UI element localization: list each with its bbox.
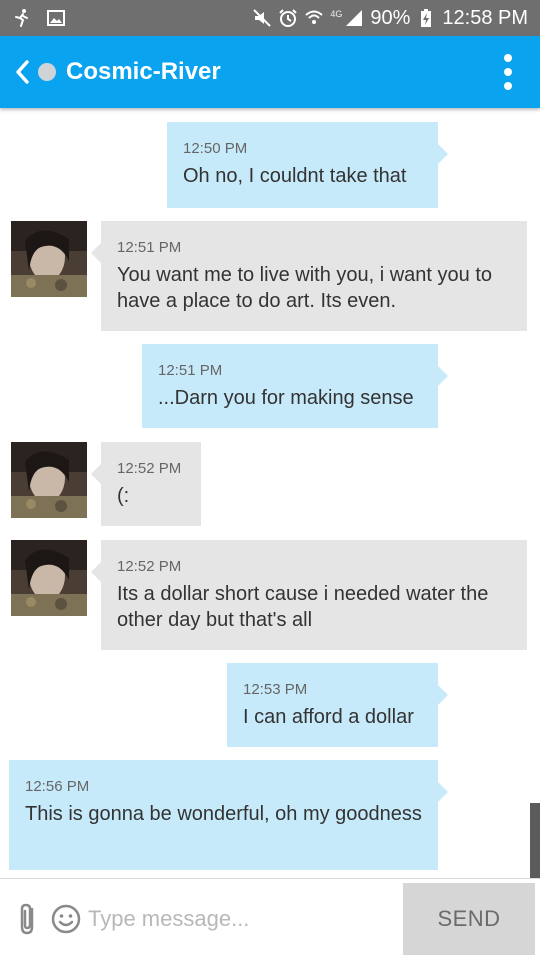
chevron-left-icon bbox=[16, 60, 29, 84]
message-input[interactable] bbox=[88, 899, 388, 939]
message-bubble-incoming[interactable]: 12:52 PM Its a dollar short cause i need… bbox=[91, 540, 527, 650]
image-icon bbox=[47, 10, 65, 26]
running-person-icon bbox=[15, 9, 28, 27]
presence-indicator bbox=[38, 63, 56, 81]
message-time: 12:56 PM bbox=[25, 778, 90, 795]
overflow-menu-button[interactable] bbox=[488, 36, 528, 108]
alarm-icon bbox=[279, 9, 298, 27]
contact-photo bbox=[11, 442, 87, 518]
mute-icon bbox=[253, 9, 272, 27]
message-text: This is gonna be wonderful, oh my goodne… bbox=[25, 803, 422, 825]
message-bubble-outgoing[interactable]: 12:50 PM Oh no, I couldnt take that bbox=[167, 122, 448, 208]
scrollbar-thumb[interactable] bbox=[530, 803, 540, 878]
message-time: 12:51 PM bbox=[158, 362, 223, 379]
message-time: 12:53 PM bbox=[243, 681, 308, 698]
contact-name[interactable]: Cosmic-River bbox=[66, 58, 488, 86]
avatar[interactable] bbox=[11, 221, 87, 297]
message-time: 12:51 PM bbox=[117, 239, 182, 256]
smiley-icon[interactable] bbox=[50, 903, 82, 935]
message-time: 12:52 PM bbox=[117, 558, 182, 575]
message-text: I can afford a dollar bbox=[243, 706, 414, 728]
message-bubble-outgoing[interactable]: 12:56 PM This is gonna be wonderful, oh … bbox=[9, 760, 448, 870]
app-bar: Cosmic-River bbox=[0, 36, 540, 108]
battery-percent: 90% bbox=[370, 6, 411, 29]
message-bubble-outgoing[interactable]: 12:51 PM ...Darn you for making sense bbox=[142, 344, 448, 428]
message-text: Oh no, I couldnt take that bbox=[183, 165, 407, 187]
signal-icon bbox=[346, 10, 363, 26]
message-text: Its a dollar short cause i needed water … bbox=[117, 583, 489, 631]
avatar[interactable] bbox=[11, 540, 87, 616]
paperclip-icon[interactable] bbox=[14, 901, 42, 937]
message-list[interactable]: 12:50 PM Oh no, I couldnt take that 12:5… bbox=[0, 108, 540, 878]
message-text: You want me to live with you, i want you… bbox=[117, 264, 493, 312]
contact-photo bbox=[11, 221, 87, 297]
avatar[interactable] bbox=[11, 442, 87, 518]
message-bubble-incoming[interactable]: 12:51 PM You want me to live with you, i… bbox=[91, 221, 527, 331]
network-type: 4G bbox=[330, 9, 343, 19]
contact-photo bbox=[11, 540, 87, 616]
message-bubble-outgoing[interactable]: 12:53 PM I can afford a dollar bbox=[227, 663, 448, 747]
more-vertical-icon bbox=[504, 54, 512, 62]
message-time: 12:52 PM bbox=[117, 460, 182, 477]
message-text: (: bbox=[117, 485, 130, 507]
message-composer: SEND bbox=[0, 878, 540, 960]
message-text: ...Darn you for making sense bbox=[158, 387, 414, 409]
message-bubble-incoming[interactable]: 12:52 PM (: bbox=[91, 442, 201, 526]
battery-charging-icon bbox=[421, 9, 432, 27]
message-time: 12:50 PM bbox=[183, 140, 248, 157]
clock: 12:58 PM bbox=[442, 6, 528, 29]
status-bar: 4G 90% 12:58 PM bbox=[0, 0, 540, 36]
wifi-icon bbox=[305, 10, 324, 24]
send-button[interactable]: SEND bbox=[403, 883, 535, 955]
